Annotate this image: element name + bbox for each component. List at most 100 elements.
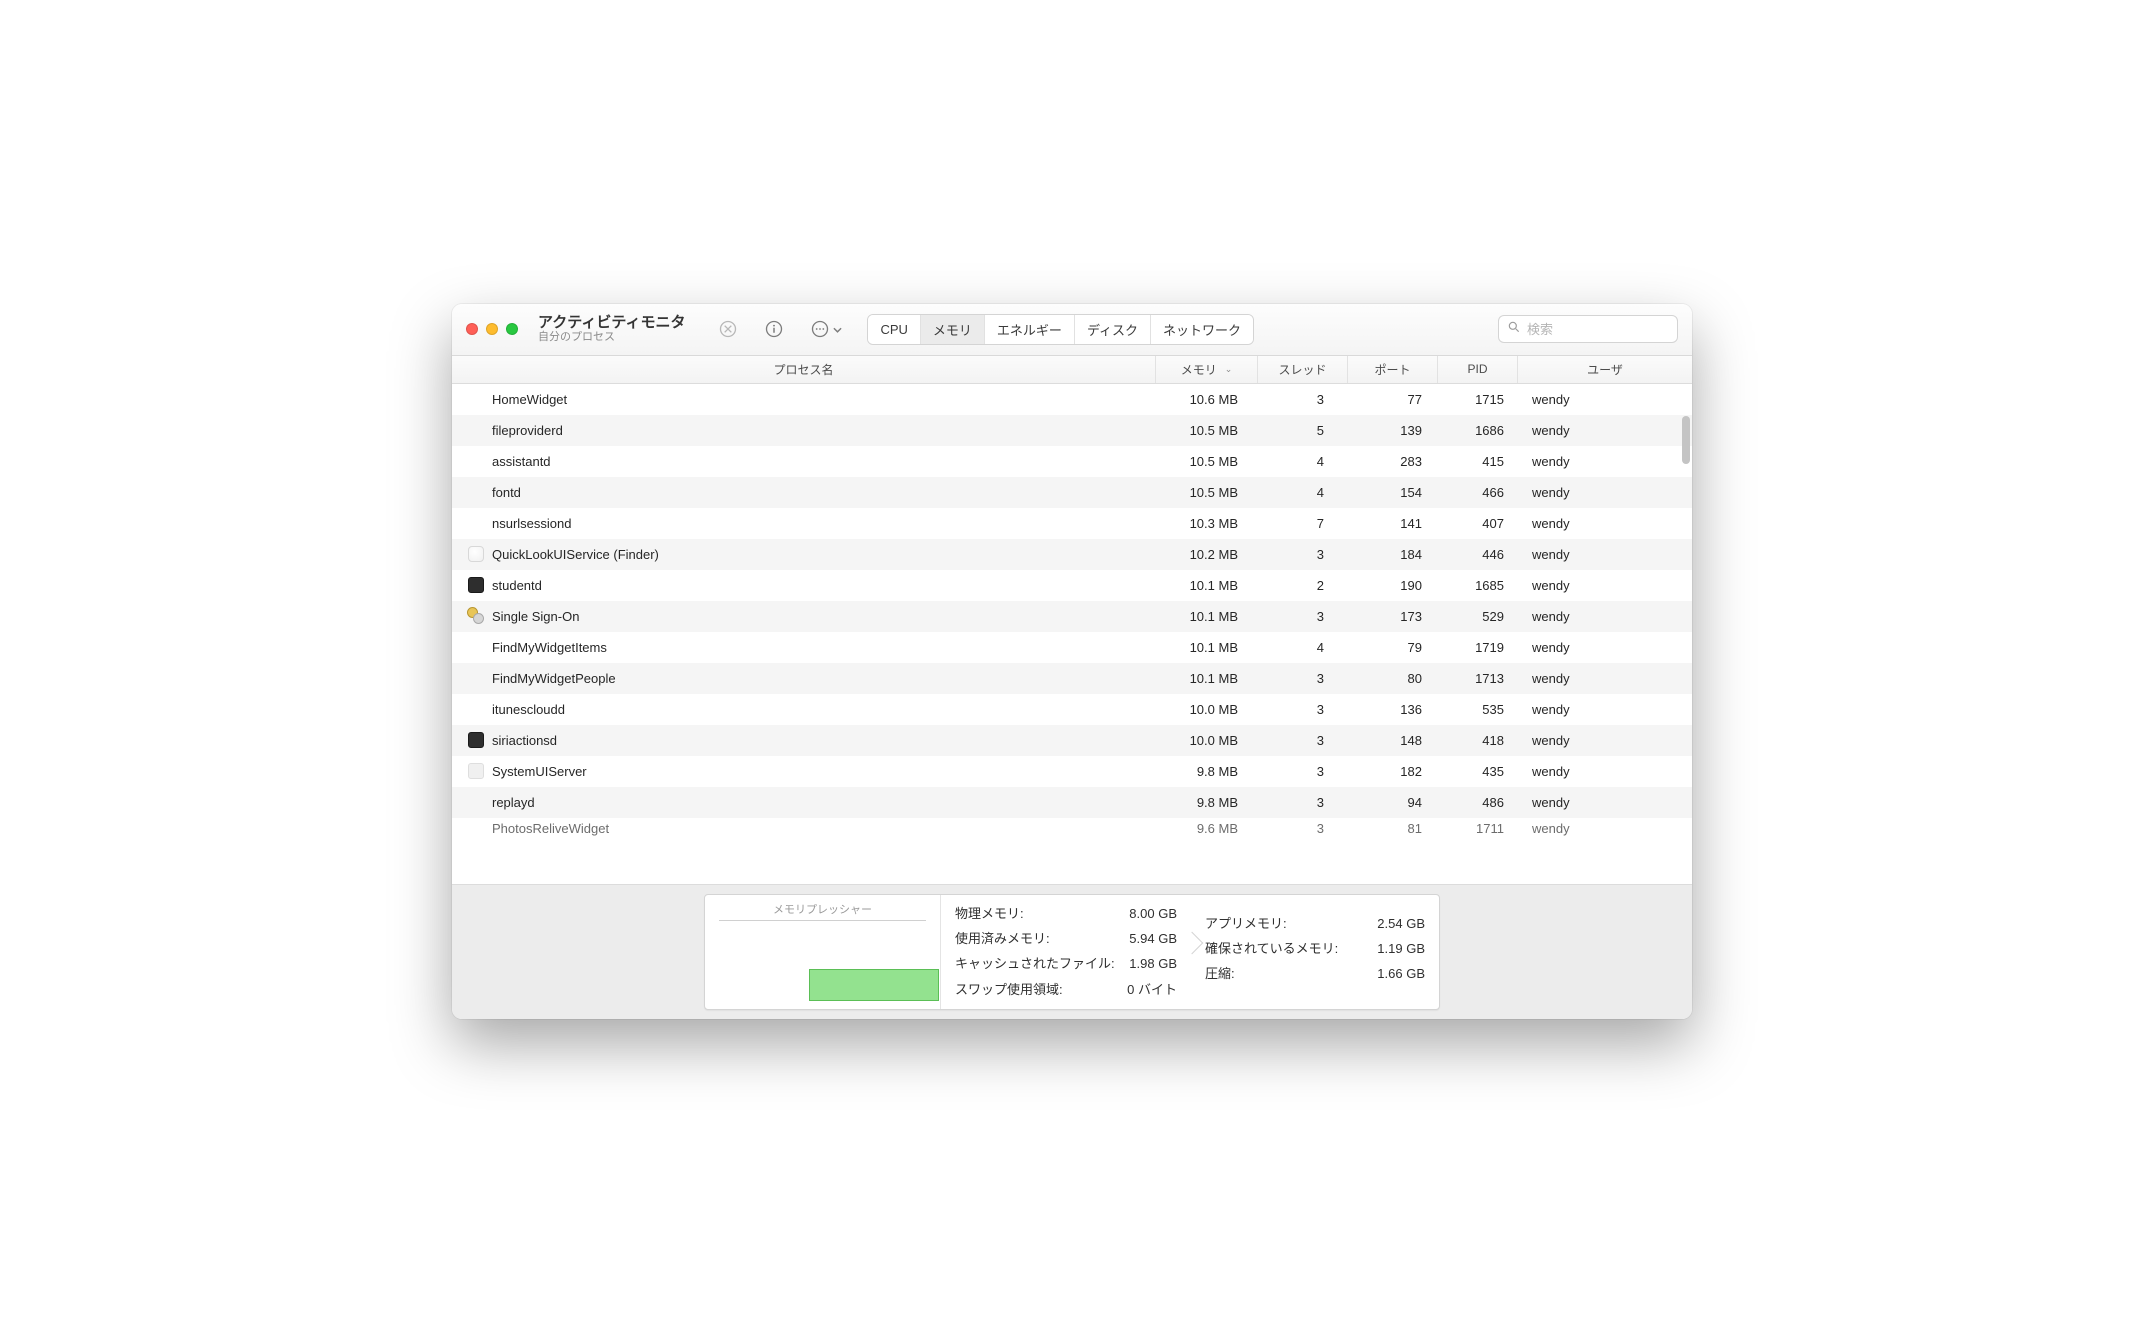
process-ports: 173 [1348,609,1438,624]
window-title: アクティビティモニタ [538,314,685,331]
table-row[interactable]: FindMyWidgetItems10.1 MB4791719wendy [452,632,1692,663]
column-user[interactable]: ユーザ [1518,356,1692,383]
table-row[interactable]: HomeWidget10.6 MB3771715wendy [452,384,1692,415]
info-button[interactable] [757,315,791,343]
process-pid: 415 [1438,454,1518,469]
process-memory: 10.5 MB [1156,423,1258,438]
wired-memory-label: 確保されているメモリ: [1205,936,1338,961]
process-name: fileproviderd [490,423,1156,438]
column-process-name[interactable]: プロセス名 [452,356,1156,383]
app-memory-value: 2.54 GB [1377,911,1425,936]
process-pid: 1711 [1438,821,1518,836]
column-ports[interactable]: ポート [1348,356,1438,383]
process-user: wendy [1518,702,1692,717]
titlebar: アクティビティモニタ 自分のプロセス [452,304,1692,356]
process-threads: 3 [1258,671,1348,686]
table-row[interactable]: PhotosReliveWidget9.6 MB3811711wendy [452,818,1692,838]
terminal-icon [468,577,484,593]
table-row[interactable]: assistantd10.5 MB4283415wendy [452,446,1692,477]
table-row[interactable]: itunescloudd10.0 MB3136535wendy [452,694,1692,725]
process-user: wendy [1518,821,1692,836]
terminal-icon [468,732,484,748]
process-threads: 7 [1258,516,1348,531]
process-threads: 4 [1258,640,1348,655]
process-threads: 3 [1258,795,1348,810]
process-pid: 1715 [1438,392,1518,407]
process-threads: 3 [1258,733,1348,748]
column-threads[interactable]: スレッド [1258,356,1348,383]
process-memory: 10.1 MB [1156,640,1258,655]
table-row[interactable]: QuickLookUIService (Finder)10.2 MB318444… [452,539,1692,570]
cached-files-label: キャッシュされたファイル: [955,951,1115,976]
column-memory[interactable]: メモリ ⌄ [1156,356,1258,383]
app-memory-label: アプリメモリ: [1205,911,1287,936]
process-memory: 10.1 MB [1156,671,1258,686]
process-user: wendy [1518,392,1692,407]
window-subtitle: 自分のプロセス [538,331,685,344]
process-name: SystemUIServer [490,764,1156,779]
vertical-scrollbar-thumb[interactable] [1682,416,1690,464]
process-threads: 3 [1258,821,1348,836]
zoom-window-button[interactable] [506,323,518,335]
table-row[interactable]: nsurlsessiond10.3 MB7141407wendy [452,508,1692,539]
options-menu-button[interactable] [803,315,849,343]
tab-cpu[interactable]: CPU [868,315,920,344]
table-row[interactable]: replayd9.8 MB394486wendy [452,787,1692,818]
search-input[interactable] [1527,322,1692,337]
table-row[interactable]: SystemUIServer9.8 MB3182435wendy [452,756,1692,787]
process-user: wendy [1518,609,1692,624]
search-field[interactable] [1498,315,1678,343]
memory-stats-left: 物理メモリ:8.00 GB 使用済みメモリ:5.94 GB キャッシュされたファ… [941,895,1191,1009]
window-controls [466,323,518,335]
process-ports: 190 [1348,578,1438,593]
process-user: wendy [1518,578,1692,593]
table-row[interactable]: Single Sign-On10.1 MB3173529wendy [452,601,1692,632]
column-pid[interactable]: PID [1438,356,1518,383]
process-pid: 466 [1438,485,1518,500]
process-user: wendy [1518,423,1692,438]
process-user: wendy [1518,764,1692,779]
process-memory: 10.0 MB [1156,702,1258,717]
chevron-down-icon [833,320,842,338]
memory-stats-right: アプリメモリ:2.54 GB 確保されているメモリ:1.19 GB 圧縮:1.6… [1191,895,1439,1009]
used-memory-value: 5.94 GB [1129,926,1177,951]
process-memory: 9.8 MB [1156,795,1258,810]
process-memory: 10.5 MB [1156,454,1258,469]
tab-disk[interactable]: ディスク [1075,315,1151,344]
search-icon [1507,320,1521,339]
compressed-value: 1.66 GB [1377,961,1425,986]
process-name: FindMyWidgetPeople [490,671,1156,686]
tab-segmented-control: CPU メモリ エネルギー ディスク ネットワーク [867,314,1254,345]
tab-energy[interactable]: エネルギー [985,315,1075,344]
process-ports: 77 [1348,392,1438,407]
table-row[interactable]: fileproviderd10.5 MB51391686wendy [452,415,1692,446]
process-threads: 3 [1258,764,1348,779]
process-ports: 148 [1348,733,1438,748]
process-table[interactable]: HomeWidget10.6 MB3771715wendyfileprovide… [452,384,1692,884]
process-name: PhotosReliveWidget [490,821,1156,836]
process-name: nsurlsessiond [490,516,1156,531]
minimize-window-button[interactable] [486,323,498,335]
process-threads: 2 [1258,578,1348,593]
process-ports: 80 [1348,671,1438,686]
process-user: wendy [1518,733,1692,748]
stop-process-button[interactable] [711,315,745,343]
table-row[interactable]: studentd10.1 MB21901685wendy [452,570,1692,601]
process-memory: 10.6 MB [1156,392,1258,407]
table-row[interactable]: FindMyWidgetPeople10.1 MB3801713wendy [452,663,1692,694]
process-pid: 407 [1438,516,1518,531]
process-user: wendy [1518,795,1692,810]
memory-footer: メモリプレッシャー 物理メモリ:8.00 GB 使用済みメモリ:5.94 GB … [452,884,1692,1019]
close-window-button[interactable] [466,323,478,335]
table-row[interactable]: siriactionsd10.0 MB3148418wendy [452,725,1692,756]
process-threads: 3 [1258,702,1348,717]
process-pid: 435 [1438,764,1518,779]
table-row[interactable]: fontd10.5 MB4154466wendy [452,477,1692,508]
tab-network[interactable]: ネットワーク [1151,315,1253,344]
tab-memory[interactable]: メモリ [921,315,985,344]
process-ports: 136 [1348,702,1438,717]
swap-label: スワップ使用領域: [955,977,1063,1002]
process-ports: 94 [1348,795,1438,810]
process-name: QuickLookUIService (Finder) [490,547,1156,562]
process-ports: 182 [1348,764,1438,779]
